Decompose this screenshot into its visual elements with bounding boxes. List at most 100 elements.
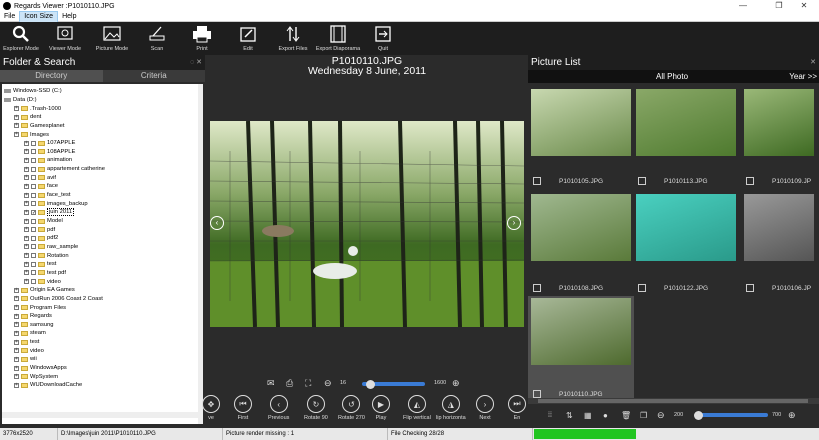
tree-node[interactable]: + test xyxy=(14,338,39,347)
menu-icon-size[interactable]: Icon Size xyxy=(19,10,59,23)
tree-node[interactable]: Data (D:) xyxy=(4,96,37,105)
expand-icon[interactable]: + xyxy=(14,296,19,302)
thumb-zoom-in-icon[interactable]: ⊕ xyxy=(788,410,796,421)
expand-icon[interactable]: + xyxy=(24,166,29,172)
thumbnail-checkbox[interactable] xyxy=(638,177,646,185)
expand-icon[interactable]: + xyxy=(14,348,19,354)
expand-icon[interactable]: + xyxy=(24,201,29,207)
tree-node[interactable]: + pdf2 xyxy=(24,234,58,243)
print-button[interactable]: Print xyxy=(191,22,213,55)
folder-checkbox[interactable] xyxy=(31,261,36,267)
print-small-icon[interactable]: ⎙ xyxy=(286,378,293,389)
expand-icon[interactable]: + xyxy=(14,339,19,345)
sort-icon[interactable]: ⇅ xyxy=(566,411,573,420)
expand-icon[interactable]: + xyxy=(24,183,29,189)
thumbnail-image[interactable] xyxy=(531,194,631,261)
location-icon[interactable]: ● xyxy=(603,411,608,420)
thumbnail-image[interactable] xyxy=(531,298,631,365)
folder-checkbox[interactable] xyxy=(31,166,36,172)
tree-node[interactable]: + Program Files xyxy=(14,303,66,312)
last-button[interactable]: ⏭ En xyxy=(508,395,526,427)
picture-mode-button[interactable]: Picture Mode xyxy=(93,22,131,55)
scan-button[interactable]: Scan xyxy=(145,22,169,55)
tree-node[interactable]: + WUDownloadCache xyxy=(14,381,82,390)
folder-checkbox[interactable] xyxy=(31,253,36,259)
thumbnail-scrollbar[interactable] xyxy=(528,398,819,404)
previous-button[interactable]: ‹ Previous xyxy=(268,395,289,427)
expand-icon[interactable]: + xyxy=(24,157,29,163)
tree-node[interactable]: +107APPLE xyxy=(24,139,75,148)
tree-node[interactable]: + Model xyxy=(24,217,63,226)
expand-icon[interactable]: + xyxy=(24,279,29,285)
folder-checkbox[interactable] xyxy=(31,140,36,146)
thumbnail-checkbox[interactable] xyxy=(746,284,754,292)
menu-file[interactable]: File xyxy=(0,12,19,22)
folder-checkbox[interactable] xyxy=(31,201,36,207)
expand-icon[interactable]: + xyxy=(14,287,19,293)
tree-node[interactable]: + ✓ juin 2011 xyxy=(24,208,75,217)
export-diaporama-button[interactable]: Export Diaporama xyxy=(316,22,360,55)
folder-checkbox[interactable] xyxy=(31,235,36,241)
expand-icon[interactable]: + xyxy=(24,175,29,181)
tree-node[interactable]: + raw_sample xyxy=(24,243,78,252)
zoom-slider-thumb[interactable] xyxy=(366,380,376,389)
folder-checkbox[interactable] xyxy=(31,183,36,189)
tree-node[interactable]: + video xyxy=(24,277,61,286)
year-button[interactable]: Year >> xyxy=(789,70,817,83)
tree-node[interactable]: Windows-SSD (C:) xyxy=(4,87,62,96)
thumbnail-checkbox[interactable] xyxy=(533,177,541,185)
tree-node[interactable]: + test xyxy=(24,260,56,269)
expand-icon[interactable]: + xyxy=(14,114,19,120)
tree-node[interactable]: + WpSystem xyxy=(14,372,58,381)
tree-node[interactable]: + animation xyxy=(24,156,72,165)
viewer-mode-button[interactable]: Viewer Mode xyxy=(45,22,85,55)
calendar-icon[interactable]: ▦ xyxy=(584,411,592,420)
expand-icon[interactable]: + xyxy=(24,192,29,198)
expand-icon[interactable]: + xyxy=(24,270,29,276)
minimize-button[interactable]: — xyxy=(728,0,758,12)
quit-button[interactable]: Quit xyxy=(372,22,394,55)
tree-node[interactable]: + avif xyxy=(24,174,56,183)
expand-icon[interactable]: + xyxy=(24,140,29,146)
thumbnail-image[interactable] xyxy=(744,89,814,156)
expand-icon[interactable]: + xyxy=(24,227,29,233)
panel-close-icon[interactable]: ◌ ✕ xyxy=(190,55,202,70)
expand-icon[interactable]: + xyxy=(14,313,19,319)
thumbnail-checkbox[interactable] xyxy=(638,284,646,292)
tree-scrollbar[interactable] xyxy=(198,84,203,424)
picture-list-close-icon[interactable]: ✕ xyxy=(810,55,816,70)
tree-horizontal-scrollbar[interactable] xyxy=(2,412,203,418)
thumbnail-image[interactable] xyxy=(531,89,631,156)
play-button[interactable]: ▶ Play xyxy=(372,395,390,427)
thumbnail-size-thumb[interactable] xyxy=(694,411,703,420)
thumbnail-grid[interactable]: P1010105.JPG P1010113.JPG P1010109.JP P1010… xyxy=(528,86,819,398)
flip-vertical-button[interactable]: ◭ Flip vertical xyxy=(403,395,431,427)
tree-node[interactable]: + video xyxy=(14,347,44,356)
folder-checkbox[interactable] xyxy=(31,279,36,285)
expand-icon[interactable]: + xyxy=(24,149,29,155)
zoom-in-icon[interactable]: ⊕ xyxy=(452,378,460,389)
expand-icon[interactable]: + xyxy=(24,244,29,250)
close-button[interactable]: ✕ xyxy=(789,0,819,12)
thumbnail-checkbox[interactable] xyxy=(533,284,541,292)
tree-node[interactable]: + steam xyxy=(14,329,46,338)
grid-view-icon[interactable]: ⁞⁞ xyxy=(548,412,552,419)
rotate-left-button[interactable]: ↺ Rotate 270 xyxy=(338,395,365,427)
thumbnail-image[interactable] xyxy=(744,194,814,261)
expand-icon[interactable]: + xyxy=(24,261,29,267)
tree-node[interactable]: + test pdf xyxy=(24,269,66,278)
folder-checkbox[interactable] xyxy=(31,244,36,250)
thumb-zoom-out-icon[interactable]: ⊖ xyxy=(657,410,665,421)
tree-node[interactable]: + wii xyxy=(14,355,37,364)
tab-directory[interactable]: Directory xyxy=(0,70,103,82)
tree-node[interactable]: +108APPLE xyxy=(24,148,75,157)
expand-icon[interactable]: + xyxy=(14,123,19,129)
tree-node[interactable]: + dent xyxy=(14,113,41,122)
folder-checkbox[interactable] xyxy=(31,270,36,276)
previous-arrow-icon[interactable]: ‹ xyxy=(210,216,224,230)
expand-icon[interactable]: + xyxy=(24,253,29,259)
folder-checkbox[interactable] xyxy=(31,149,36,155)
tree-node[interactable]: + pdf xyxy=(24,225,55,234)
tree-node[interactable]: + images_backup xyxy=(24,199,88,208)
tree-node[interactable]: + Regards xyxy=(14,312,52,321)
